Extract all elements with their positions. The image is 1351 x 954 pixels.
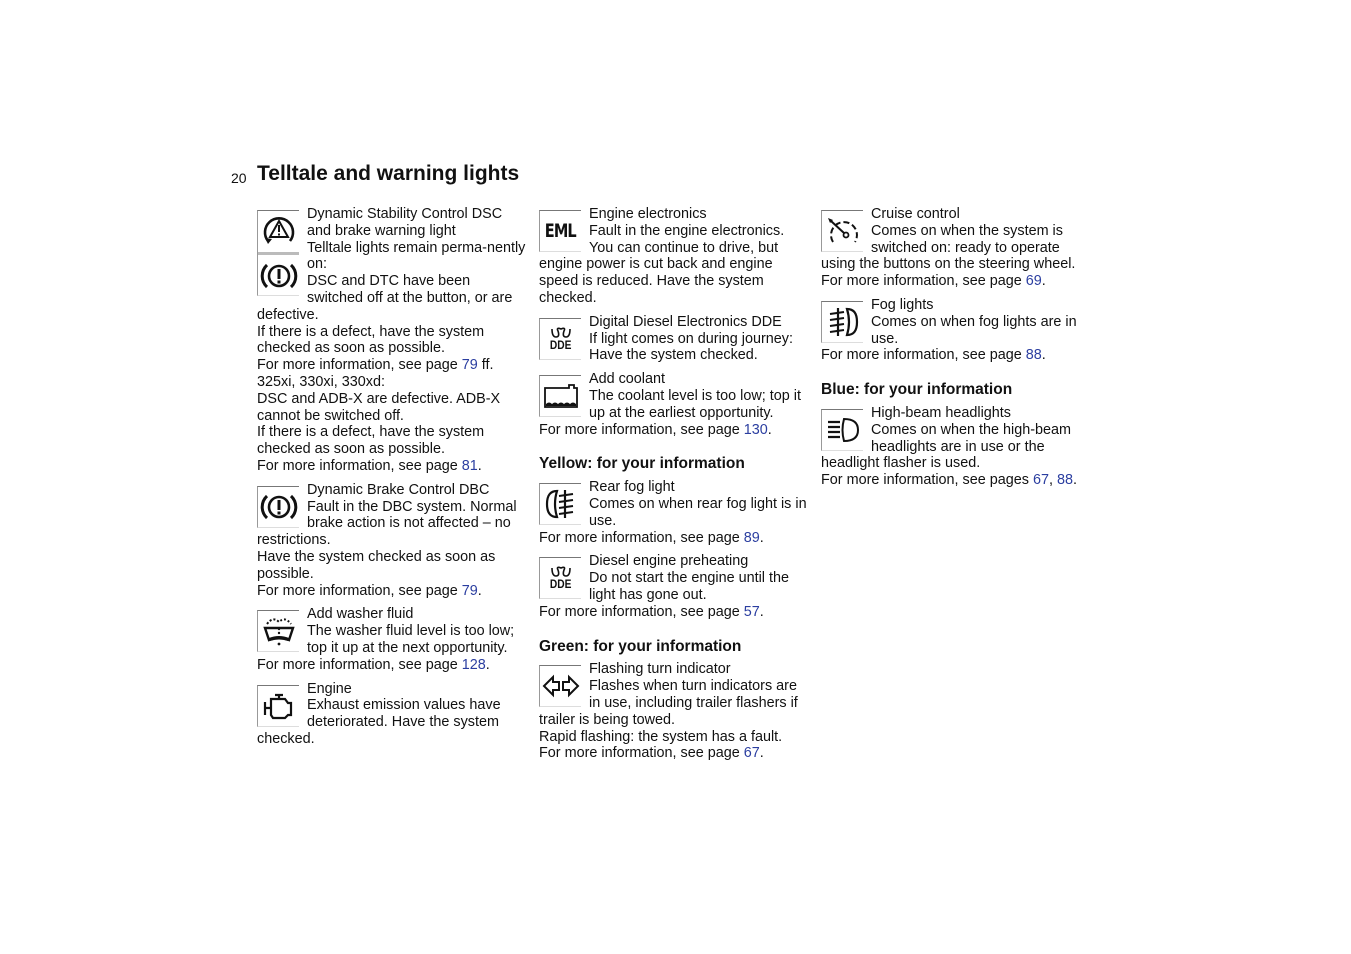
entry-dsc: Dynamic Stability Control DSC and brake … bbox=[257, 206, 529, 475]
more-info-text: For more information, see page bbox=[539, 421, 744, 438]
page-link[interactable]: 89 bbox=[744, 530, 760, 546]
entry-add-coolant: Add coolant The coolant level is too low… bbox=[539, 371, 811, 438]
dde-icon-box: DDE bbox=[539, 317, 581, 360]
entry-diesel-preheating: DDE Diesel engine preheating Do not star… bbox=[539, 553, 811, 620]
page-number: 20 bbox=[231, 170, 247, 186]
entry-text: Do not start the engine until the light … bbox=[589, 570, 790, 603]
more-info-text: For more information, see page bbox=[257, 656, 462, 673]
section-heading-green: Green: for your information bbox=[539, 637, 742, 655]
page-title: Telltale and warning lights bbox=[257, 162, 520, 185]
page-link[interactable]: 79 bbox=[462, 357, 478, 373]
entry-text: If there is a defect, have the system ch… bbox=[257, 323, 485, 357]
icon-separator bbox=[258, 252, 299, 256]
more-info-suffix: . bbox=[1041, 273, 1046, 290]
page-link[interactable]: 130 bbox=[744, 422, 768, 438]
entry-text: Telltale lights remain perma-nently on: bbox=[307, 239, 526, 273]
column-3: Cruise control Comes on when the system … bbox=[821, 206, 1093, 496]
page-link[interactable]: 128 bbox=[462, 657, 486, 673]
page-link[interactable]: 67 bbox=[744, 745, 760, 761]
more-info-suffix: . bbox=[477, 582, 482, 599]
fog-light-icon bbox=[829, 307, 858, 337]
engine-icon-box bbox=[257, 684, 299, 727]
more-info-text: For more information, see page bbox=[257, 457, 462, 474]
more-info-suffix: . bbox=[759, 745, 764, 762]
page-link[interactable]: 79 bbox=[462, 583, 478, 599]
entry-dbc: Dynamic Brake Control DBC Fault in the D… bbox=[257, 482, 529, 600]
rear-fog-light-icon bbox=[545, 490, 573, 519]
model-list: 325xi, 330xi, 330xd: bbox=[257, 373, 386, 390]
page-link[interactable]: 88 bbox=[1026, 347, 1042, 363]
dde-icon: DDE bbox=[549, 337, 572, 352]
brake-warning-icon bbox=[260, 494, 297, 519]
more-info-suffix: . bbox=[759, 603, 764, 620]
entry-text: The coolant level is too low; top it up … bbox=[589, 387, 801, 421]
entry-text: If light comes on during journey: Have t… bbox=[589, 330, 793, 364]
brake-warning-icon bbox=[260, 264, 297, 289]
page-link[interactable]: 88 bbox=[1057, 472, 1073, 488]
page-link[interactable]: 69 bbox=[1026, 273, 1042, 289]
more-info-suffix: . bbox=[477, 457, 482, 474]
washer-fluid-icon bbox=[262, 618, 295, 646]
entry-cruise-control: Cruise control Comes on when the system … bbox=[821, 206, 1093, 290]
dsc-warning-triangle-icon bbox=[263, 216, 294, 244]
section-heading-yellow: Yellow: for your information bbox=[539, 455, 745, 473]
high-beam-icon bbox=[827, 417, 859, 442]
more-info-suffix: . bbox=[1041, 347, 1046, 364]
dsc-icon-box bbox=[257, 210, 299, 296]
fog-icon-box bbox=[821, 300, 863, 343]
entry-fog-lights: Fog lights Comes on when fog lights are … bbox=[821, 297, 1093, 364]
coolant-icon bbox=[543, 384, 578, 409]
more-info-text: For more information, see page bbox=[539, 745, 744, 762]
engine-icon bbox=[263, 693, 292, 719]
turn-indicator-icon bbox=[542, 674, 579, 698]
rear-fog-icon-box bbox=[539, 483, 581, 526]
page-link[interactable]: 81 bbox=[462, 458, 478, 474]
entry-text: Rapid flashing: the system has a fault. bbox=[539, 728, 783, 745]
highbeam-icon-box bbox=[821, 408, 863, 451]
section-heading-blue: Blue: for your information bbox=[821, 381, 1013, 399]
more-info-suffix: . bbox=[759, 529, 764, 546]
page-link[interactable]: 57 bbox=[744, 604, 760, 620]
more-info-suffix: . bbox=[767, 421, 772, 438]
entry-engine: Engine Exhaust emission values have dete… bbox=[257, 681, 529, 748]
entry-dde: DDE Digital Diesel Electronics DDE If li… bbox=[539, 314, 811, 364]
dde-icon: DDE bbox=[549, 577, 572, 592]
cruise-icon-box bbox=[821, 210, 863, 252]
entry-text: Have the system checked as soon as possi… bbox=[257, 548, 496, 582]
entry-turn-indicator: Flashing turn indicator Flashes when tur… bbox=[539, 661, 811, 762]
more-info-suffix: . bbox=[1073, 472, 1077, 489]
page-link[interactable]: 67 bbox=[1033, 472, 1049, 488]
more-info-suffix: ff. bbox=[477, 357, 494, 374]
more-info-text: For more information, see page bbox=[539, 603, 744, 620]
entry-engine-electronics: EML Engine electronics Fault in the engi… bbox=[539, 206, 811, 307]
entry-text: DSC and ADB-X are defective. ADB-X canno… bbox=[257, 390, 501, 424]
page-separator: , bbox=[1048, 472, 1057, 489]
turn-icon-box bbox=[539, 665, 581, 708]
more-info-text: For more information, see page bbox=[821, 347, 1026, 364]
more-info-text: For more information, see page bbox=[821, 273, 1026, 290]
entry-text: Comes on when fog lights are in use. bbox=[871, 313, 1077, 347]
entry-text: If there is a defect, have the system ch… bbox=[257, 424, 485, 458]
more-info-text: For more information, see page bbox=[539, 529, 744, 546]
cruise-control-icon bbox=[827, 218, 858, 243]
entry-text: The washer fluid level is too low; top i… bbox=[307, 623, 515, 656]
preheat-icon-box: DDE bbox=[539, 557, 581, 600]
more-info-text: For more information, see page bbox=[257, 357, 462, 374]
more-info-text: For more information, see page bbox=[257, 582, 462, 599]
entry-rear-fog-light: Rear fog light Comes on when rear fog li… bbox=[539, 479, 811, 546]
column-1: Dynamic Stability Control DSC and brake … bbox=[257, 206, 529, 755]
dbc-icon-box bbox=[257, 485, 299, 528]
more-info-text: For more information, see pages bbox=[821, 472, 1033, 489]
column-2: EML Engine electronics Fault in the engi… bbox=[539, 206, 811, 769]
entry-high-beam: High-beam headlights Comes on when the h… bbox=[821, 405, 1093, 489]
eml-icon-box: EML bbox=[539, 210, 581, 252]
coolant-icon-box bbox=[539, 375, 581, 418]
more-info-suffix: . bbox=[485, 656, 490, 673]
eml-icon: EML bbox=[544, 219, 577, 242]
entry-text: Comes on when rear fog light is in use. bbox=[589, 495, 807, 529]
washer-icon-box bbox=[257, 610, 299, 653]
entry-washer-fluid: Add washer fluid The washer fluid level … bbox=[257, 606, 529, 673]
